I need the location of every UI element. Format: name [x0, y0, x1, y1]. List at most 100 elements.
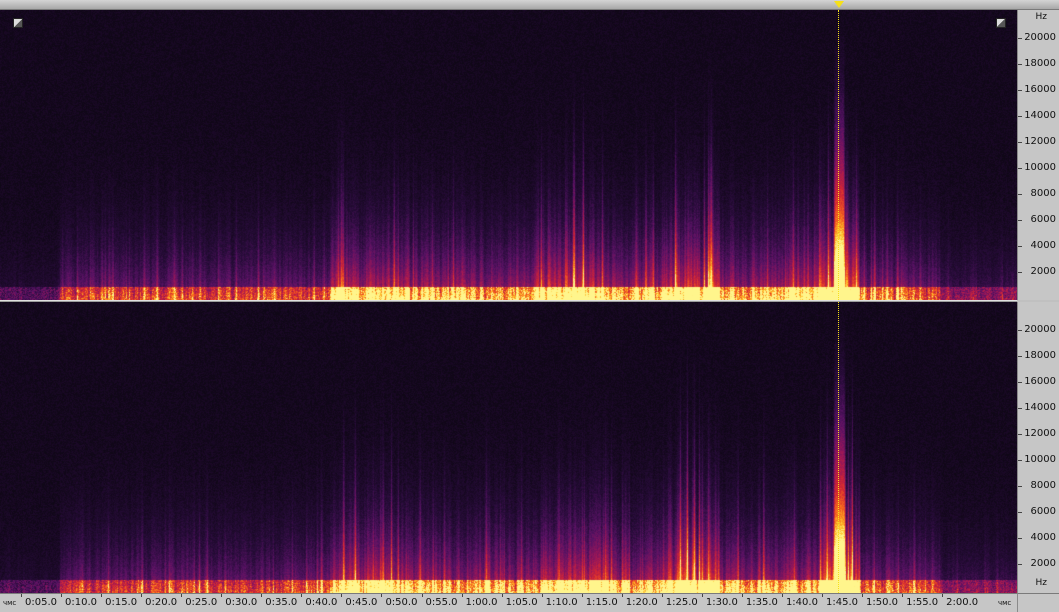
frequency-tick-label: 20000 — [1024, 32, 1056, 43]
time-tick — [942, 594, 944, 597]
frequency-tick — [1018, 90, 1022, 91]
time-tick-label: 0:50.0 — [385, 597, 418, 608]
time-tick — [621, 594, 623, 597]
time-tick-label: 0:55.0 — [425, 597, 458, 608]
frequency-tick — [1018, 408, 1022, 409]
frequency-unit-label: Hz — [1035, 12, 1048, 22]
time-tick — [822, 594, 823, 597]
frequency-tick-label: 8000 — [1030, 188, 1056, 199]
frequency-tick — [1018, 194, 1022, 195]
time-tick-label: 0:30.0 — [225, 597, 258, 608]
time-tick-label: 2:00.0 — [946, 597, 979, 608]
time-tick — [421, 594, 423, 597]
frequency-tick — [1018, 220, 1022, 221]
time-tick-label: 0:40.0 — [305, 597, 338, 608]
time-tick — [261, 594, 263, 597]
zoom-full-left-icon[interactable] — [13, 18, 23, 28]
frequency-tick — [1018, 486, 1022, 487]
frequency-tick-label: 12000 — [1024, 428, 1056, 439]
frequency-tick-label: 10000 — [1024, 162, 1056, 173]
time-tick-label: 1:25.0 — [665, 597, 698, 608]
frequency-tick-label: 18000 — [1024, 58, 1056, 69]
frequency-tick-label: 16000 — [1024, 376, 1056, 387]
frequency-tick — [1018, 330, 1022, 331]
frequency-tick — [1018, 246, 1022, 247]
time-tick-label: 0:15.0 — [105, 597, 138, 608]
time-tick — [341, 594, 343, 597]
frequency-tick-label: 18000 — [1024, 350, 1056, 361]
time-tick — [902, 594, 904, 597]
time-tick-label: 0:20.0 — [145, 597, 178, 608]
time-tick-label: 1:35.0 — [745, 597, 778, 608]
time-tick-label: 1:50.0 — [866, 597, 899, 608]
frequency-tick-label: 4000 — [1030, 240, 1056, 251]
time-tick-label: 0:35.0 — [265, 597, 298, 608]
frequency-tick — [1018, 382, 1022, 383]
frequency-tick — [1018, 512, 1022, 513]
spectrogram-canvas-left — [0, 10, 1017, 300]
frequency-tick — [1018, 168, 1022, 169]
frequency-ruler-left[interactable]: Hz 20000 18000 16000 14000 12000 10000 8000 600… — [1017, 10, 1059, 300]
time-tick-label: 1:15.0 — [585, 597, 618, 608]
time-tick-label: 0:45.0 — [345, 597, 378, 608]
time-tick — [181, 594, 183, 597]
time-tick — [101, 594, 103, 597]
spectrogram-canvas-right — [0, 302, 1017, 593]
time-tick — [581, 594, 583, 597]
time-tick-label: 1:00.0 — [465, 597, 498, 608]
spectrogram-channel-left[interactable] — [0, 10, 1017, 300]
frequency-tick-label: 4000 — [1030, 532, 1056, 543]
frequency-tick — [1018, 564, 1022, 565]
frequency-tick — [1018, 460, 1022, 461]
frequency-tick-label: 16000 — [1024, 84, 1056, 95]
frequency-tick-label: 20000 — [1024, 324, 1056, 335]
frequency-tick — [1018, 272, 1022, 273]
time-tick — [221, 594, 223, 597]
frequency-unit-label: Hz — [1035, 578, 1048, 588]
spectral-editor[interactable]: Hz 20000 18000 16000 14000 12000 10000 8000 600… — [0, 0, 1059, 612]
frequency-tick-label: 2000 — [1030, 558, 1056, 569]
frequency-tick-label: 14000 — [1024, 402, 1056, 413]
frequency-tick-label: 2000 — [1030, 266, 1056, 277]
time-tick-label: 1:55.0 — [906, 597, 939, 608]
ruler-corner — [1017, 593, 1059, 612]
zoom-full-right-icon[interactable] — [996, 18, 1006, 28]
frequency-tick-label: 6000 — [1030, 506, 1056, 517]
frequency-tick — [1018, 356, 1022, 357]
time-tick — [21, 594, 22, 597]
time-tick — [61, 594, 63, 597]
time-tick — [741, 594, 743, 597]
time-tick-label: 0:10.0 — [65, 597, 98, 608]
time-unit-label-left: чмс — [3, 599, 17, 607]
time-tick — [381, 594, 383, 597]
frequency-tick — [1018, 116, 1022, 117]
time-tick-label: 1:10.0 — [545, 597, 578, 608]
playhead-line — [838, 10, 839, 300]
playhead-marker-icon[interactable] — [834, 1, 844, 8]
frequency-tick-label: 6000 — [1030, 214, 1056, 225]
frequency-tick-label: 14000 — [1024, 110, 1056, 121]
time-tick-label: 0:05.0 — [25, 597, 57, 608]
timeline-strip[interactable] — [0, 0, 1059, 10]
frequency-ruler-right[interactable]: Hz 20000 18000 16000 14000 12000 10000 8000 600… — [1017, 302, 1059, 593]
playhead-line — [838, 302, 839, 593]
spectrogram-channel-right[interactable] — [0, 302, 1017, 593]
time-tick — [141, 594, 143, 597]
time-tick — [301, 594, 303, 597]
time-tick-label: 0:25.0 — [185, 597, 218, 608]
time-tick-label: 1:05.0 — [505, 597, 538, 608]
frequency-tick — [1018, 142, 1022, 143]
time-unit-label-right: чмс — [998, 599, 1012, 607]
frequency-tick-label: 8000 — [1030, 480, 1056, 491]
time-tick — [701, 594, 703, 597]
frequency-tick — [1018, 434, 1022, 435]
time-tick-label: 1:45.0 — [826, 597, 858, 608]
frequency-tick-label: 12000 — [1024, 136, 1056, 147]
time-tick — [781, 594, 783, 597]
frequency-tick — [1018, 38, 1022, 39]
frequency-tick — [1018, 64, 1022, 65]
frequency-tick — [1018, 538, 1022, 539]
time-tick — [461, 594, 463, 597]
time-ruler[interactable]: чмс чмс 0:05.0 0:10.0 0:15.0 0:20.0 0:25.0 0:… — [0, 593, 1017, 612]
time-tick — [541, 594, 543, 597]
